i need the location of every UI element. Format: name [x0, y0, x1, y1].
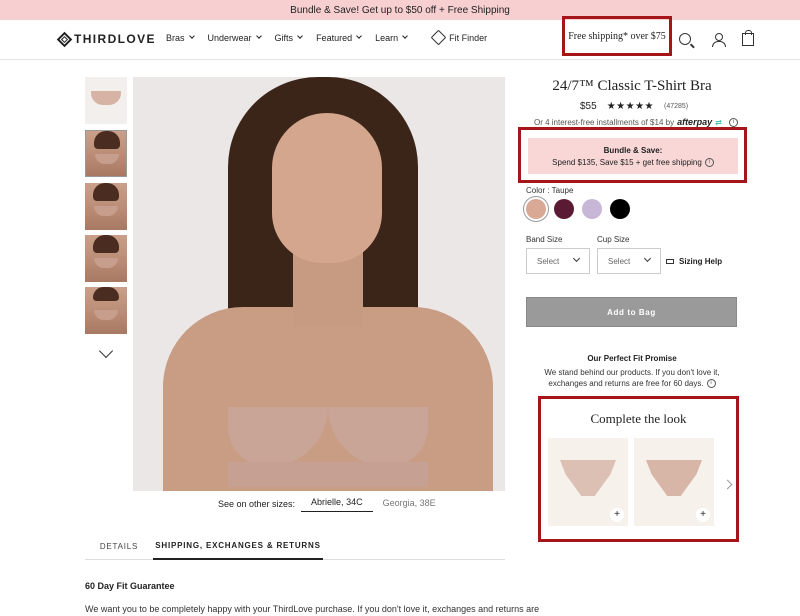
- band-size-label: Band Size: [526, 235, 563, 244]
- nav-item-label: Bras: [166, 32, 185, 43]
- color-swatch-taupe[interactable]: [526, 199, 546, 219]
- sizing-help-link[interactable]: Sizing Help: [666, 257, 722, 266]
- cup-size-select-value: Select: [608, 256, 631, 266]
- bundle-title: Bundle & Save:: [603, 145, 663, 155]
- info-icon[interactable]: i: [704, 157, 714, 167]
- complete-the-look: Complete the look + +: [538, 396, 739, 542]
- info-icon[interactable]: i: [728, 117, 738, 127]
- free-shipping-callout: Free shipping* over $75: [562, 16, 672, 56]
- price-row: $55 ★★★★★ (47285): [580, 101, 688, 112]
- underwear-image: [646, 460, 702, 496]
- add-item-button[interactable]: +: [610, 508, 624, 522]
- installments-text: Or 4 interest-free installments of $14 b…: [534, 117, 675, 127]
- promo-banner-text: Bundle & Save! Get up to $50 off + Free …: [290, 4, 510, 16]
- afterpay-arrows-icon: ⇄: [715, 117, 722, 127]
- product-main-image[interactable]: [133, 77, 505, 491]
- nav-item-label: Gifts: [274, 32, 294, 43]
- free-shipping-text: Free shipping* over $75: [568, 30, 666, 42]
- tab-details[interactable]: DETAILS: [85, 532, 153, 560]
- user-icon[interactable]: [712, 33, 726, 47]
- logo-mark-icon: [56, 31, 73, 47]
- add-to-bag-button[interactable]: Add to Bag: [526, 297, 737, 327]
- bundle-description: Spend $135, Save $15 + get free shipping: [552, 157, 702, 167]
- model-size-option[interactable]: Georgia, 38E: [373, 496, 446, 512]
- thumbnail-5[interactable]: [85, 287, 127, 334]
- fit-promise-text: We stand behind our products. If you don…: [522, 367, 742, 389]
- logo-text: THIRDLOVE: [74, 32, 156, 46]
- rating-stars-icon[interactable]: ★★★★★: [607, 101, 654, 112]
- cup-size-select[interactable]: Select: [597, 248, 661, 274]
- main-nav: Bras Underwear Gifts Featured Learn Fit …: [166, 29, 501, 46]
- fit-guarantee-text: We want you to be completely happy with …: [85, 604, 540, 614]
- fit-promise-line: We stand behind our products. If you don…: [544, 368, 720, 377]
- nav-item-label: Underwear: [207, 32, 252, 43]
- fit-guarantee-heading: 60 Day Fit Guarantee: [85, 581, 175, 591]
- installments-row: Or 4 interest-free installments of $14 b…: [534, 117, 738, 127]
- model-size-option[interactable]: Abrielle, 34C: [301, 495, 373, 512]
- chevron-down-icon: [188, 33, 195, 39]
- nav-item-label: Featured: [316, 32, 353, 43]
- chevron-down-icon: [643, 254, 652, 263]
- product-info-tabs: DETAILS SHIPPING, EXCHANGES & RETURNS: [85, 532, 505, 560]
- cup-size-label: Cup Size: [597, 235, 630, 244]
- promo-banner[interactable]: Bundle & Save! Get up to $50 off + Free …: [0, 0, 800, 20]
- nav-item-bras[interactable]: Bras: [166, 32, 195, 43]
- ruler-icon: [666, 259, 674, 264]
- add-item-button[interactable]: +: [696, 508, 710, 522]
- afterpay-logo: afterpay: [677, 117, 713, 127]
- complete-the-look-title: Complete the look: [590, 411, 687, 426]
- color-swatches: [526, 199, 630, 219]
- chevron-down-icon: [572, 254, 581, 263]
- bundle-save-banner: Bundle & Save: Spend $135, Save $15 + ge…: [528, 138, 738, 174]
- chevron-down-icon: [356, 33, 362, 39]
- see-other-sizes-label: See on other sizes:: [218, 498, 296, 509]
- fit-promise-line: exchanges and returns are free for 60 da…: [548, 379, 704, 388]
- complete-look-item[interactable]: +: [634, 438, 714, 526]
- thumbnail-3[interactable]: [85, 183, 127, 230]
- band-size-select-value: Select: [537, 256, 560, 266]
- underwear-image: [560, 460, 616, 496]
- fit-promise-title: Our Perfect Fit Promise: [587, 354, 677, 363]
- nav-item-label: Learn: [375, 32, 399, 43]
- nav-item-learn[interactable]: Learn: [375, 32, 408, 43]
- fit-finder-label: Fit Finder: [449, 32, 488, 43]
- fit-finder-link[interactable]: Fit Finder: [430, 29, 488, 46]
- chevron-down-icon: [402, 33, 408, 39]
- price: $55: [580, 101, 597, 112]
- logo[interactable]: THIRDLOVE: [56, 31, 156, 47]
- model-size-selector: See on other sizes: Abrielle, 34C Georgi…: [218, 495, 446, 512]
- nav-item-underwear[interactable]: Underwear: [207, 32, 262, 43]
- thumbnail-scroll-down-icon[interactable]: [98, 343, 114, 359]
- search-icon[interactable]: [679, 33, 691, 45]
- chevron-down-icon: [297, 33, 303, 39]
- complete-look-item[interactable]: +: [548, 438, 628, 526]
- thumbnail-1[interactable]: [85, 77, 127, 124]
- nav-item-featured[interactable]: Featured: [316, 32, 362, 43]
- ruler-icon: [430, 29, 447, 46]
- chevron-right-icon[interactable]: [722, 479, 733, 490]
- chevron-down-icon: [255, 33, 262, 39]
- info-icon[interactable]: i: [706, 379, 716, 388]
- thumbnail-4[interactable]: [85, 235, 127, 282]
- tab-shipping-returns[interactable]: SHIPPING, EXCHANGES & RETURNS: [153, 532, 323, 560]
- color-swatch-lavender[interactable]: [582, 199, 602, 219]
- bag-icon[interactable]: [742, 30, 754, 46]
- review-count[interactable]: (47285): [664, 103, 688, 110]
- band-size-select[interactable]: Select: [526, 248, 590, 274]
- bundle-save-callout: Bundle & Save: Spend $135, Save $15 + ge…: [518, 127, 747, 183]
- color-label: Color : Taupe: [526, 186, 574, 195]
- thumbnail-2[interactable]: [85, 130, 127, 177]
- color-swatch-black[interactable]: [610, 199, 630, 219]
- sizing-help-label: Sizing Help: [679, 257, 723, 266]
- color-swatch-plum[interactable]: [554, 199, 574, 219]
- nav-item-gifts[interactable]: Gifts: [275, 32, 303, 43]
- product-title: 24/7™ Classic T-Shirt Bra: [552, 78, 712, 94]
